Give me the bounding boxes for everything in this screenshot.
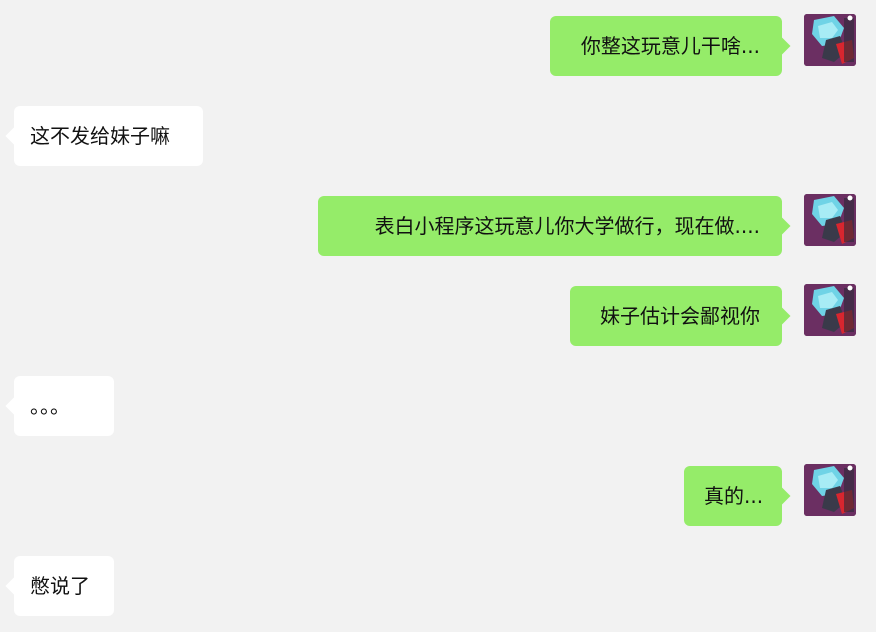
avatar-icon[interactable]: [804, 464, 856, 516]
bubble-tail: [773, 307, 791, 325]
message-text: 妹子估计会鄙视你: [600, 304, 760, 328]
message-text: 这不发给妹子嘛: [30, 124, 170, 148]
chat-window: 你整这玩意儿干啥... 这不发给妹子嘛 表白小程序这玩意儿你大学做行，现在做..…: [0, 0, 876, 632]
message-bubble[interactable]: 这不发给妹子嘛: [5, 106, 203, 166]
message-bubble[interactable]: 。。。: [5, 376, 114, 436]
bubble-tail: [5, 577, 23, 595]
bubble-tail: [773, 217, 791, 235]
bubble-tail: [773, 487, 791, 505]
avatar-icon[interactable]: [804, 284, 856, 336]
bubble-tail: [5, 397, 23, 415]
avatar-icon[interactable]: [804, 14, 856, 66]
message-bubble[interactable]: 表白小程序这玩意儿你大学做行，现在做....: [318, 196, 791, 256]
avatar-icon[interactable]: [804, 194, 856, 246]
message-text: 真的...: [704, 484, 764, 508]
message-bubble[interactable]: 妹子估计会鄙视你: [570, 286, 791, 346]
message-bubble[interactable]: 你整这玩意儿干啥...: [550, 16, 791, 76]
message-text: 表白小程序这玩意儿你大学做行，现在做....: [374, 214, 760, 238]
message-bubble[interactable]: 憋说了: [5, 556, 114, 616]
message-text: 你整这玩意儿干啥...: [580, 34, 760, 58]
message-text: 憋说了: [30, 574, 90, 598]
bubble-tail: [773, 37, 791, 55]
message-bubble[interactable]: 真的...: [684, 466, 791, 526]
message-text: 。。。: [30, 394, 70, 418]
bubble-tail: [5, 127, 23, 145]
